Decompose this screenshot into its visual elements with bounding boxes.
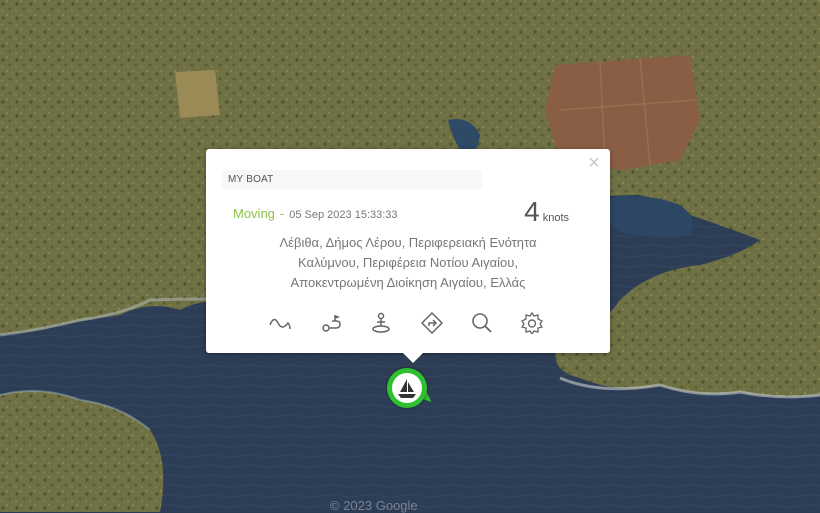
boat-name-label: MY BOAT (222, 170, 482, 189)
route-icon[interactable] (320, 312, 344, 334)
address-line: Καλύμνου, Περιφέρεια Νοτίου Αιγαίου, (298, 255, 518, 270)
boat-info-popup: × MY BOAT Moving -05 Sep 2023 15:33:33 4k… (206, 149, 610, 363)
search-icon[interactable] (470, 312, 494, 334)
status-separator: - (279, 206, 285, 221)
track-wave-icon[interactable] (268, 312, 292, 334)
timestamp-text: 05 Sep 2023 15:33:33 (289, 209, 398, 221)
close-button[interactable]: × (586, 153, 602, 173)
address-line: Αποκεντρωμένη Διοίκηση Αιγαίου, Ελλάς (290, 275, 526, 290)
location-address: Λέβιθα, Δήμος Λέρου, Περιφερειακή Ενότητ… (226, 233, 590, 293)
boat-marker[interactable] (387, 368, 427, 408)
popup-actions (268, 311, 558, 336)
status-text: Moving (233, 206, 275, 221)
directions-icon[interactable] (420, 311, 444, 335)
status-row: Moving -05 Sep 2023 15:33:33 (233, 206, 398, 221)
sailboat-icon (392, 373, 422, 403)
address-line: Λέβιθα, Δήμος Λέρου, Περιφερειακή Ενότητ… (279, 235, 537, 250)
map-attribution: © 2023 Google (330, 498, 418, 513)
settings-icon[interactable] (520, 311, 544, 336)
speed-unit: knots (542, 212, 569, 224)
anchor-person-icon[interactable] (369, 312, 393, 334)
speed-readout: 4 knots (524, 196, 569, 228)
popup-pointer (403, 353, 423, 363)
speed-value: 4 (524, 196, 540, 227)
